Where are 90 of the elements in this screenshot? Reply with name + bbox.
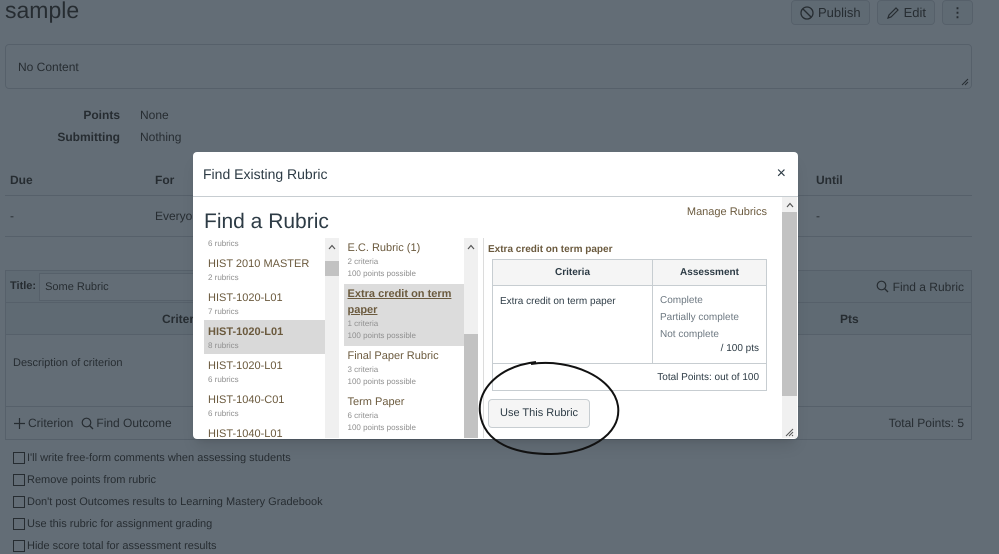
plus-icon <box>13 416 26 430</box>
points-possible: 100 points possible <box>348 268 417 280</box>
rubric-group-item[interactable]: HIST-1040-L01 <box>204 422 325 438</box>
option-label: Remove points from rubric <box>27 473 156 488</box>
group-name: HIST-1020-L01 <box>208 291 284 306</box>
dialog-heading: Find a Rubric <box>204 209 329 235</box>
rating-text: Not complete <box>660 328 720 341</box>
criterion-description: Description of criterion <box>13 357 122 369</box>
detail-label: Submitting <box>56 129 120 145</box>
column-header: For <box>155 173 174 187</box>
dialog-title: Find Existing Rubric <box>203 164 328 184</box>
table-cell: - <box>816 209 820 223</box>
rubric-name: Final Paper Rubric <box>348 349 440 364</box>
rubric-group-item[interactable]: HIST-1020-L01 8 rubrics <box>204 320 325 354</box>
rubric-group-item[interactable]: HIST 2010 MASTER 2 rubrics <box>204 252 325 286</box>
option-label: Don't post Outcomes results to Learning Mastery Gradebook <box>27 495 323 510</box>
points-possible: 100 points possible <box>348 330 417 342</box>
column-header: Criteria <box>493 260 653 285</box>
group-count: 6 rubrics <box>208 374 240 385</box>
scrollbar-thumb[interactable] <box>464 334 478 438</box>
total-points: Total Points: 5 <box>888 415 964 432</box>
page-title: sample <box>5 0 80 22</box>
rubric-item[interactable]: Final Paper Rubric 3 criteria 100 points possible <box>344 346 464 392</box>
option-label: Use this rubric for assignment grading <box>27 517 212 532</box>
detail-value: Nothing <box>140 129 182 145</box>
group-name: HIST-1040-C01 <box>208 393 286 408</box>
pencil-icon <box>886 6 900 20</box>
rubric-title: Extra credit on term paper <box>488 243 614 257</box>
checkbox[interactable] <box>13 540 25 552</box>
scrollbar[interactable] <box>782 197 797 438</box>
group-name: HIST-1040-L01 <box>208 427 284 438</box>
group-count: 7 rubrics <box>208 306 240 317</box>
chevron-up-icon <box>786 202 794 208</box>
criteria-count: 6 criteria <box>348 410 380 422</box>
close-button[interactable]: × <box>776 162 786 186</box>
scrollbar[interactable] <box>324 238 338 438</box>
checkbox[interactable] <box>13 518 25 530</box>
table-cell: - <box>10 209 14 223</box>
option-label: Hide score total for assessment results <box>27 539 217 554</box>
group-name: HIST-1020-L01 <box>208 325 284 340</box>
checkbox[interactable] <box>13 496 25 508</box>
points-text: / 100 pts <box>720 342 759 355</box>
rubric-group-item[interactable]: HIST-1040-C01 6 rubrics <box>204 388 325 422</box>
criteria-count: 3 criteria <box>348 364 380 376</box>
points-possible: 100 points possible <box>348 422 417 434</box>
column-header: Until <box>816 173 843 187</box>
chevron-up-icon <box>467 244 476 250</box>
points-possible: 100 points possible <box>348 376 417 388</box>
column-header: Due <box>10 173 33 187</box>
resize-grip-icon <box>961 78 969 86</box>
rubric-item[interactable]: E.C. Rubric (1) 2 criteria 100 points possible <box>344 238 464 284</box>
chevron-up-icon <box>328 244 336 250</box>
use-rubric-button[interactable]: Use This Rubric <box>488 399 590 428</box>
scrollbar-thumb[interactable] <box>782 212 797 396</box>
detail-label: Points <box>82 107 120 123</box>
prohibited-icon <box>800 6 814 20</box>
rubric-name: Term Paper <box>348 395 406 410</box>
rubric-group-item[interactable]: HIST-1020-L01 6 rubrics <box>204 354 325 388</box>
group-count: 6 rubrics <box>208 238 240 249</box>
scrollbar-thumb[interactable] <box>324 261 338 276</box>
rubric-name: E.C. Rubric (1) <box>348 241 422 256</box>
detail-value: None <box>140 107 169 123</box>
total-points: Total Points: out of 100 <box>657 370 759 384</box>
rating-text: Complete <box>660 294 704 307</box>
group-name: HIST 2010 MASTER <box>208 257 310 272</box>
column-header: Criter <box>160 310 194 328</box>
option-label: I'll write free-form comments when assessing students <box>27 451 291 466</box>
rubric-item[interactable]: Term Paper 6 criteria 100 points possible <box>344 392 464 438</box>
checkbox[interactable] <box>13 452 25 464</box>
criteria-count: 1 criteria <box>348 318 380 330</box>
rating-text: Partially complete <box>660 311 740 324</box>
search-icon <box>876 280 889 293</box>
checkbox[interactable] <box>13 474 25 486</box>
group-name: HIST-1020-L01 <box>208 359 284 374</box>
rubric-item[interactable]: Extra credit on term paper 1 criteria 100 points possible <box>344 284 464 346</box>
content-text: No Content <box>18 58 79 76</box>
scrollbar[interactable] <box>464 238 478 438</box>
column-header: Assessment <box>679 266 740 280</box>
rubric-name: Extra credit on term paper <box>348 287 452 318</box>
group-count: 8 rubrics <box>208 340 240 351</box>
table-cell: Everyo <box>155 209 192 223</box>
column-header: Pts <box>840 310 859 328</box>
title-label: Title: <box>10 279 36 294</box>
resize-grip-icon <box>785 428 794 437</box>
group-count: 6 rubrics <box>208 408 240 419</box>
search-icon <box>81 416 94 430</box>
group-count: 2 rubrics <box>208 272 240 283</box>
criteria-count: 2 criteria <box>348 256 380 268</box>
manage-rubrics-link[interactable]: Manage Rubrics <box>686 204 767 220</box>
rubric-group-item[interactable]: HIST-1020-L01 7 rubrics <box>204 286 325 320</box>
